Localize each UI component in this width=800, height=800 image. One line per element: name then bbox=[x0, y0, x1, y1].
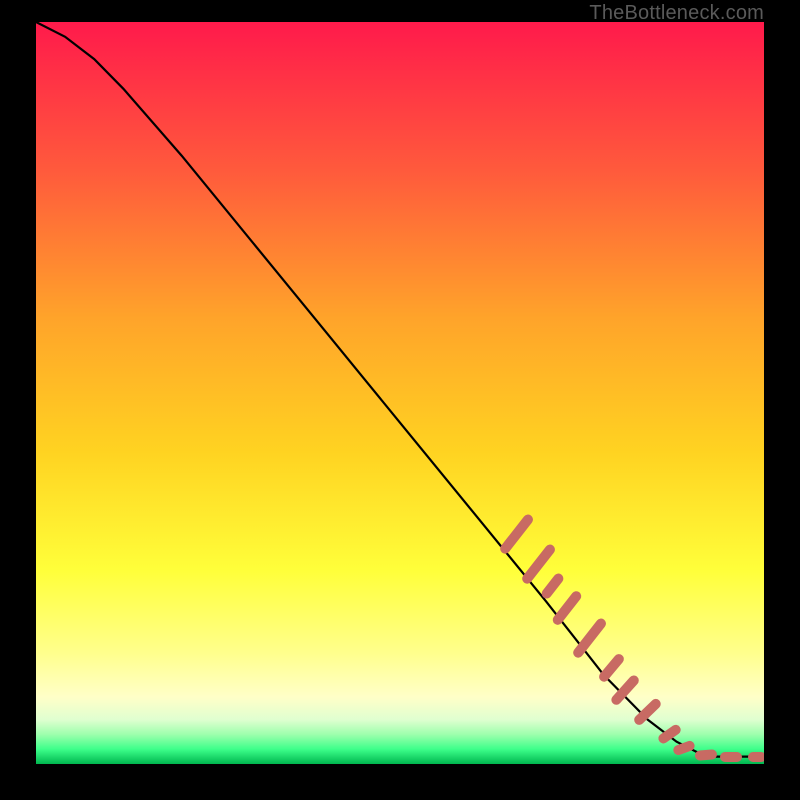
plot-area bbox=[36, 22, 764, 764]
bottleneck-curve bbox=[36, 22, 764, 764]
highlight-dash bbox=[720, 752, 742, 762]
outer-frame: TheBottleneck.com bbox=[0, 0, 800, 800]
highlight-dash bbox=[748, 752, 764, 762]
